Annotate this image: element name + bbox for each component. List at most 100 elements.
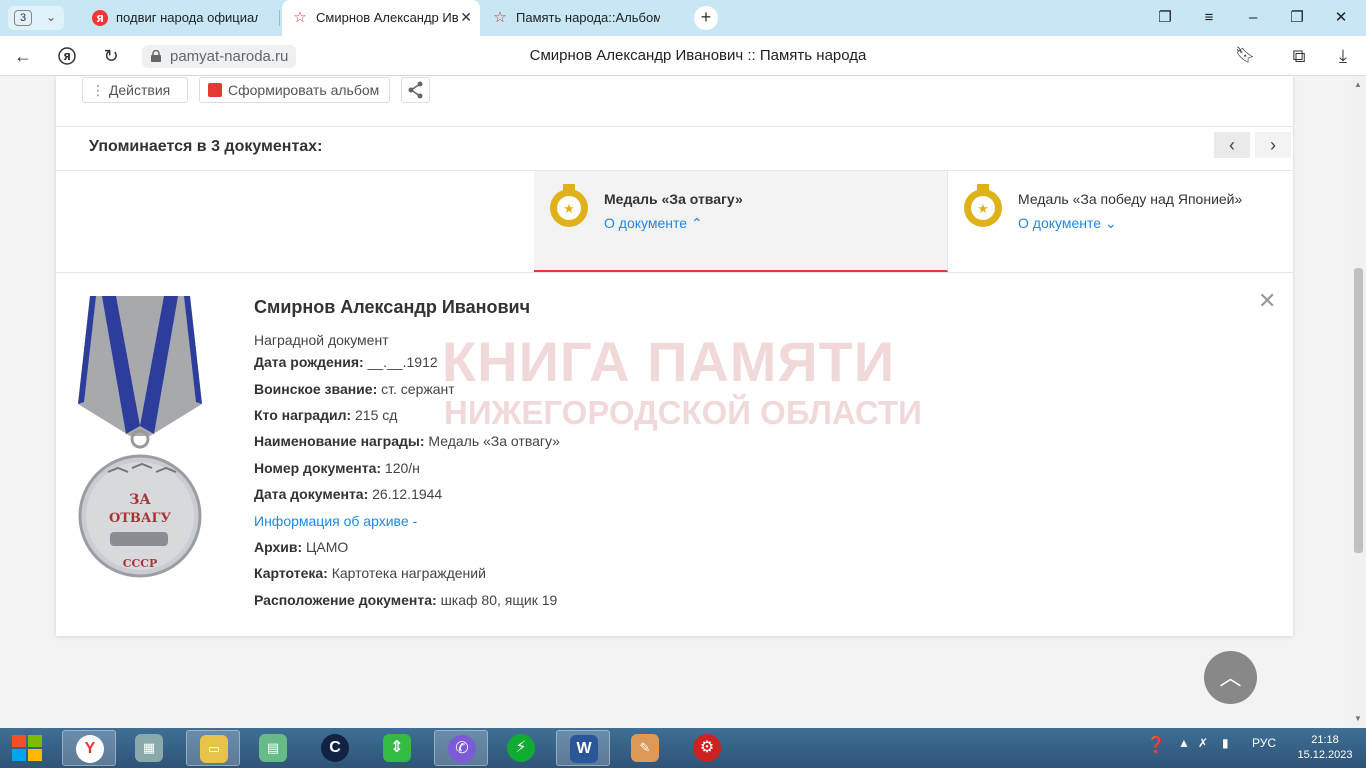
tab-title: Смирнов Александр Иванович	[316, 10, 458, 25]
document-type: Наградной документ	[254, 332, 389, 348]
bookmark-icon[interactable]: 🔖︎	[1232, 44, 1258, 68]
tab-count: 3	[14, 10, 32, 26]
paint-icon: ✎	[631, 734, 659, 762]
field-location: Расположение документа: шкаф 80, ящик 19	[254, 592, 558, 608]
tab-podvig[interactable]: Я подвиг народа официальный	[82, 0, 280, 36]
tab-title: подвиг народа официальный	[116, 10, 258, 25]
minimize-button[interactable]: –	[1240, 6, 1266, 30]
red-star-icon: ☆	[293, 9, 307, 26]
yandex-icon: Я	[92, 10, 108, 26]
taskbar-app-11[interactable]: ⚙	[680, 730, 734, 766]
taskbar-app-4[interactable]: ▤	[246, 730, 300, 766]
red-app-icon: ⚙	[693, 734, 721, 762]
tab-separator	[279, 10, 280, 26]
taskbar-app-8[interactable]: ⚡	[494, 730, 548, 766]
download-icon[interactable]: ⤓	[1330, 44, 1356, 68]
field-archive: Архив: ЦАМО	[254, 539, 349, 555]
document-item-za-pobedu[interactable]: ★ Медаль «За победу над Японией» О докум…	[948, 171, 1293, 272]
actions-button[interactable]: ⋮ Действия	[82, 77, 188, 103]
close-tab-icon[interactable]: ✕	[460, 9, 472, 26]
close-icon[interactable]: ✕	[1258, 288, 1276, 314]
field-doc-number: Номер документа: 120/н	[254, 460, 420, 476]
next-arrow-button[interactable]: ›	[1255, 132, 1291, 158]
svg-text:Я: Я	[96, 14, 104, 25]
extensions-icon[interactable]: ⧉	[1286, 44, 1312, 68]
field-award-name: Наименование награды: Медаль «За отвагу»	[254, 433, 560, 449]
ccleaner-icon: C	[321, 734, 349, 762]
field-awarded-by: Кто наградил: 215 сд	[254, 407, 398, 423]
actions-label: Действия	[108, 82, 171, 98]
system-clock[interactable]: 21:18 15.12.2023	[1290, 733, 1360, 763]
page-scrollbar[interactable]: ▲ ▼	[1351, 76, 1366, 728]
tab-counter-button[interactable]: 3 ⌄	[8, 6, 64, 30]
folder-icon: ▭	[200, 735, 228, 763]
speed-icon: ⚡	[507, 734, 535, 762]
scroll-to-top-button[interactable]: ︿	[1204, 651, 1257, 704]
control-panel-icon: ▤	[259, 734, 287, 762]
medal-icon: ★	[550, 184, 588, 227]
form-album-button[interactable]: Сформировать альбом	[199, 77, 390, 103]
bookmarks-panel-icon[interactable]: ❐	[1152, 6, 1178, 30]
kebab-icon: ⋮	[91, 82, 109, 98]
taskbar-calculator[interactable]: ▦	[122, 730, 176, 766]
about-document-link[interactable]: О документе ⌃	[604, 215, 703, 232]
field-rank: Воинское звание: ст. сержант	[254, 381, 455, 397]
medal-text-2: ОТВАГУ	[109, 511, 172, 526]
red-star-icon: ☆	[493, 9, 507, 26]
signal-icon[interactable]: ▮	[1222, 736, 1229, 750]
archive-info-link[interactable]: Информация об архиве -	[254, 513, 417, 529]
document-title: Медаль «За отвагу»	[604, 191, 743, 207]
chevron-up-icon: ⌃	[690, 215, 703, 231]
address-bar: ← Я ↻ pamyat-naroda.ru Смирнов Александр…	[0, 36, 1366, 76]
updown-arrow-icon: ⇕	[383, 734, 411, 762]
taskbar-transfer[interactable]: ⇕	[370, 730, 424, 766]
divider	[56, 272, 1293, 273]
share-button[interactable]	[401, 77, 430, 103]
taskbar-word[interactable]: W	[556, 730, 610, 766]
network-warning-icon[interactable]: ✗	[1198, 736, 1208, 750]
help-icon[interactable]: ❓	[1146, 735, 1166, 755]
page-title: Смирнов Александр Иванович :: Память нар…	[529, 47, 867, 64]
field-card-file: Картотека: Картотека награждений	[254, 565, 486, 581]
browser-tab-strip: 3 ⌄ Я подвиг народа официальный ☆ Смирно…	[0, 0, 1366, 36]
clock-time: 21:18	[1311, 734, 1339, 746]
person-name: Смирнов Александр Иванович	[254, 297, 531, 317]
tab-smirnov[interactable]: ☆ Смирнов Александр Иванович ✕	[282, 0, 480, 36]
scroll-up-icon[interactable]: ▲	[1354, 80, 1362, 89]
prev-arrow-button[interactable]: ‹	[1214, 132, 1250, 158]
windows-taskbar: Y ▦ ▭ ▤ C ⇕ ✆ ⚡ W ✎ ⚙ ❓ ▲ ✗ ▮ РУС 21:18 …	[0, 728, 1366, 768]
taskbar-yandex-browser[interactable]: Y	[62, 730, 116, 766]
divider	[56, 126, 1293, 127]
tray-expand-icon[interactable]: ▲	[1178, 736, 1190, 750]
windows-start-icon[interactable]	[10, 733, 44, 763]
new-tab-button[interactable]: +	[694, 6, 718, 30]
about-document-link[interactable]: О документе ⌄	[1018, 215, 1117, 232]
tab-title: Память народа::Альбом участника	[516, 10, 660, 25]
medal-text-3: СССР	[123, 557, 158, 570]
taskbar-paint[interactable]: ✎	[618, 730, 672, 766]
chevron-down-icon: ⌄	[46, 10, 57, 24]
word-icon: W	[570, 735, 598, 763]
scroll-down-icon[interactable]: ▼	[1354, 714, 1362, 723]
viber-icon: ✆	[448, 735, 476, 763]
watermark-line-1: КНИГА ПАМЯТИ	[442, 330, 896, 393]
close-window-button[interactable]: ✕	[1328, 6, 1354, 30]
taskbar-ccleaner[interactable]: C	[308, 730, 362, 766]
taskbar-explorer[interactable]: ▭	[186, 730, 240, 766]
award-card: ⋮ Действия Сформировать альбом Упоминает…	[56, 76, 1293, 636]
documents-heading: Упоминается в 3 документах:	[89, 138, 323, 155]
watermark-line-2: НИЖЕГОРОДСКОЙ ОБЛАСТИ	[444, 394, 922, 431]
tab-album[interactable]: ☆ Память народа::Альбом участника	[482, 0, 682, 36]
yandex-browser-icon: Y	[76, 735, 104, 763]
medal-text-1: ЗА	[129, 492, 151, 508]
document-item-za-otvagu[interactable]: ★ Медаль «За отвагу» О документе ⌃	[534, 171, 948, 272]
document-title: Медаль «За победу над Японией»	[1018, 191, 1243, 207]
menu-icon[interactable]: ≡	[1196, 6, 1222, 30]
language-indicator[interactable]: РУС	[1252, 736, 1276, 750]
medal-za-otvagu-image: ЗА ОТВАГУ СССР	[78, 296, 202, 578]
field-doc-date: Дата документа: 26.12.1944	[254, 486, 443, 502]
taskbar-viber[interactable]: ✆	[434, 730, 488, 766]
restore-button[interactable]: ❐	[1284, 6, 1310, 30]
scroll-thumb[interactable]	[1354, 268, 1363, 553]
svg-text:★: ★	[977, 202, 989, 217]
